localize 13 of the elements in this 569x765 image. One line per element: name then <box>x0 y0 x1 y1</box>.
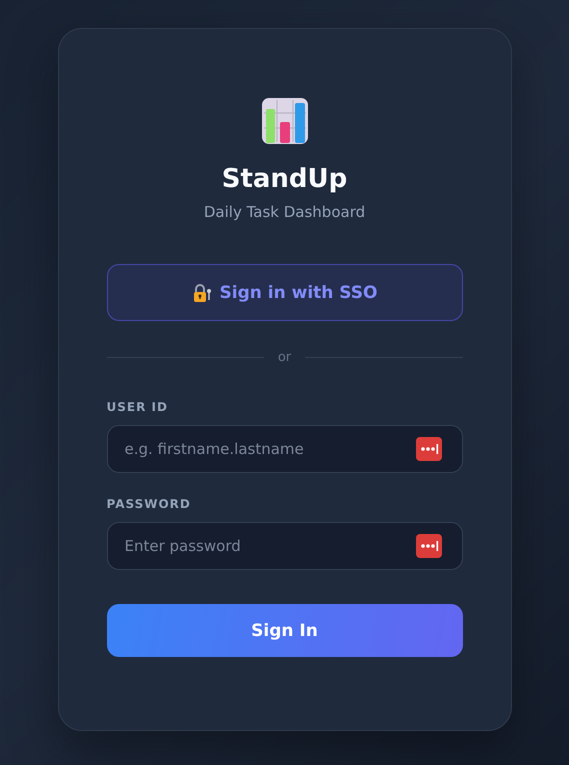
lock-key-icon <box>192 282 212 302</box>
divider-label: or <box>278 350 292 365</box>
sso-button[interactable]: Sign in with SSO <box>106 264 462 321</box>
sign-in-button[interactable]: Sign In <box>106 604 462 657</box>
app-subtitle: Daily Task Dashboard <box>204 203 366 221</box>
field-label: PASSWORD <box>106 497 192 511</box>
app-title: StandUp <box>222 163 348 195</box>
password-manager-icon[interactable] <box>416 437 442 461</box>
input-field[interactable]: e.g. firstname.lastname <box>106 425 462 473</box>
bar-chart-icon <box>260 97 308 145</box>
input-field[interactable]: Enter password <box>106 522 462 570</box>
field-label: USER ID <box>106 400 169 414</box>
password-manager-icon[interactable] <box>416 534 442 558</box>
